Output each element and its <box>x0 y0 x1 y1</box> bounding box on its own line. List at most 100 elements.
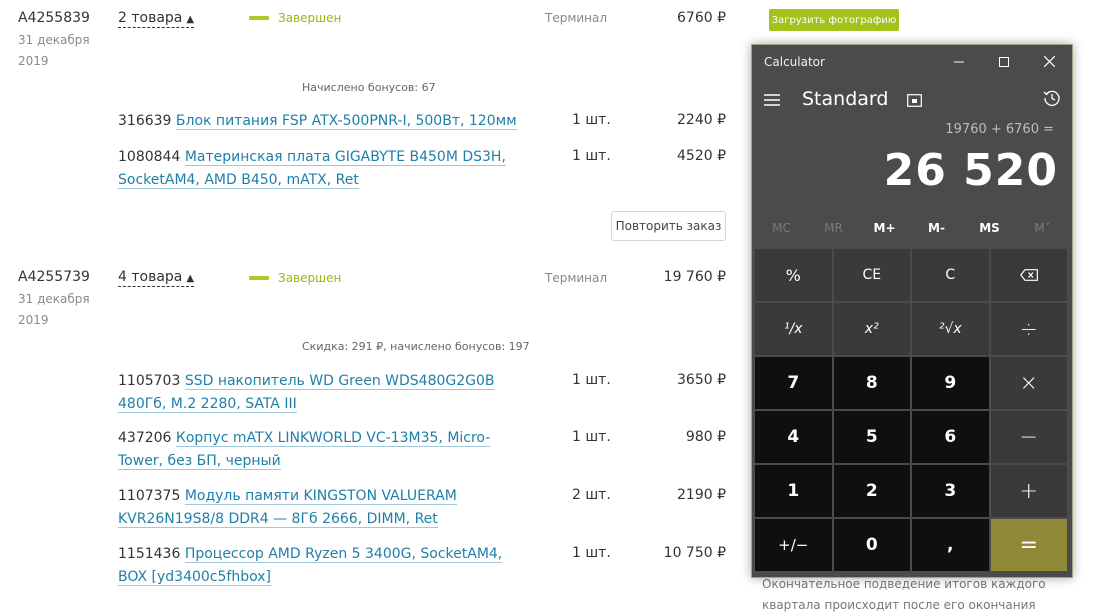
clear-button[interactable]: C <box>912 249 989 301</box>
order-total: 6760 ₽ <box>677 10 726 26</box>
digit-7-button[interactable]: 7 <box>755 357 832 409</box>
window-title: Calculator <box>764 55 825 69</box>
list-item: 1151436 Процессор AMD Ryzen 5 3400G, Soc… <box>118 543 503 588</box>
equals-button[interactable]: = <box>990 519 1067 571</box>
minimize-button[interactable] <box>936 45 982 78</box>
calculator-window: Calculator Standard 19760 + 6760 = 26 52… <box>751 44 1073 578</box>
item-price: 2240 ₽ <box>677 112 726 128</box>
history-icon <box>1043 90 1060 106</box>
order-id: A4255839 <box>18 10 90 26</box>
title-bar[interactable]: Calculator <box>752 45 1072 78</box>
digit-1-button[interactable]: 1 <box>755 465 832 517</box>
status-indicator-icon <box>249 276 269 280</box>
goods-count-toggle[interactable]: 2 товара ▲ <box>118 10 195 28</box>
memory-clear-button[interactable]: MC <box>755 221 808 235</box>
keep-on-top-button[interactable] <box>907 92 922 111</box>
item-link-continued[interactable]: BOX [yd3400c5fhbox] <box>118 568 271 586</box>
order-date: 31 декабря 2019 <box>18 30 98 72</box>
reciprocal-button[interactable]: ¹/x <box>755 303 832 355</box>
item-link-continued[interactable]: Tower, без БП, черный <box>118 452 281 470</box>
hamburger-menu-button[interactable] <box>764 91 780 110</box>
square-root-button[interactable]: ²√x <box>912 303 989 355</box>
square-root-label: ²√x <box>938 321 962 337</box>
item-price: 3650 ₽ <box>677 372 726 388</box>
order-id: A4255739 <box>18 269 90 285</box>
list-item: 1107375 Модуль памяти KINGSTON VALUERAM … <box>118 485 457 530</box>
item-link[interactable]: SSD накопитель WD Green WDS480G2G0B <box>184 373 495 390</box>
item-code: 316639 <box>118 113 172 129</box>
memory-store-button[interactable]: MS <box>963 221 1016 235</box>
decimal-button[interactable]: , <box>912 519 989 571</box>
square-button[interactable]: x² <box>833 303 910 355</box>
repeat-order-button[interactable]: Повторить заказ <box>611 211 726 241</box>
item-quantity: 1 шт. <box>572 429 611 445</box>
item-link[interactable]: Корпус mATX LINKWORLD VC-13M35, Micro- <box>175 430 491 447</box>
close-icon <box>1043 56 1055 67</box>
mode-title: Standard <box>802 88 889 110</box>
negate-button[interactable]: +/− <box>755 519 832 571</box>
caret-up-icon: ▲ <box>186 273 195 284</box>
bonus-note: Начислено бонусов: 67 <box>302 81 436 94</box>
item-link-continued[interactable]: KVR26N19S8/8 DDR4 — 8Гб 2666, DIMM, Ret <box>118 510 438 528</box>
order-total: 19 760 ₽ <box>663 269 726 285</box>
order-date: 31 декабря 2019 <box>18 289 98 331</box>
order-date-year: 2019 <box>18 54 49 68</box>
item-code: 1151436 <box>118 546 181 562</box>
item-quantity: 1 шт. <box>572 545 611 561</box>
reciprocal-label: ¹/x <box>783 321 803 337</box>
digit-3-button[interactable]: 3 <box>912 465 989 517</box>
memory-list-button[interactable]: M˅ <box>1016 221 1069 235</box>
item-code: 1105703 <box>118 373 181 389</box>
memory-subtract-button[interactable]: M- <box>910 221 963 235</box>
discount-note: Скидка: 291 ₽, начислено бонусов: 197 <box>302 340 530 353</box>
maximize-button[interactable] <box>981 45 1027 78</box>
goods-count-toggle[interactable]: 4 товара ▲ <box>118 269 195 287</box>
divide-button[interactable]: ÷ <box>990 303 1067 355</box>
backspace-icon <box>1019 269 1038 281</box>
item-link-continued[interactable]: SocketAM4, AMD B450, mATX, Ret <box>118 171 359 189</box>
item-link-continued[interactable]: 480Гб, M.2 2280, SATA III <box>118 395 297 413</box>
backspace-button[interactable] <box>990 249 1067 301</box>
item-link[interactable]: Процессор AMD Ryzen 5 3400G, SocketAM4, <box>184 546 503 563</box>
digit-9-button[interactable]: 9 <box>912 357 989 409</box>
minus-button[interactable]: − <box>990 411 1067 463</box>
item-quantity: 2 шт. <box>572 487 611 503</box>
digit-6-button[interactable]: 6 <box>912 411 989 463</box>
item-link[interactable]: Блок питания FSP ATX-500PNR-I, 500Вт, 12… <box>175 113 517 130</box>
compact-overlay-icon <box>907 94 922 107</box>
maximize-icon <box>999 56 1009 67</box>
item-price: 980 ₽ <box>685 429 726 445</box>
digit-2-button[interactable]: 2 <box>833 465 910 517</box>
item-link[interactable]: Материнская плата GIGABYTE B450M DS3H, <box>184 149 506 166</box>
list-item: 1105703 SSD накопитель WD Green WDS480G2… <box>118 370 495 415</box>
caret-up-icon: ▲ <box>186 14 195 25</box>
memory-recall-button[interactable]: MR <box>807 221 860 235</box>
percent-button[interactable]: % <box>755 249 832 301</box>
item-price: 4520 ₽ <box>677 148 726 164</box>
memory-add-button[interactable]: M+ <box>858 221 911 235</box>
multiply-button[interactable]: × <box>990 357 1067 409</box>
order-date-day: 31 декабря <box>18 33 90 47</box>
result-display: 26 520 <box>883 145 1058 196</box>
item-link[interactable]: Модуль памяти KINGSTON VALUERAM <box>184 488 457 505</box>
square-label: x² <box>864 321 879 337</box>
list-item: 1080844 Материнская плата GIGABYTE B450M… <box>118 146 506 191</box>
digit-4-button[interactable]: 4 <box>755 411 832 463</box>
plus-button[interactable]: + <box>990 465 1067 517</box>
status-label: Завершен <box>278 11 342 25</box>
minimize-icon <box>954 61 964 62</box>
item-code: 1080844 <box>118 149 181 165</box>
digit-8-button[interactable]: 8 <box>833 357 910 409</box>
upload-photo-button[interactable]: Загрузить фотографию <box>769 9 899 31</box>
expression-display: 19760 + 6760 = <box>945 122 1054 137</box>
item-quantity: 1 шт. <box>572 112 611 128</box>
close-button[interactable] <box>1026 45 1072 78</box>
digit-0-button[interactable]: 0 <box>833 519 910 571</box>
digit-5-button[interactable]: 5 <box>833 411 910 463</box>
order-date-year: 2019 <box>18 313 49 327</box>
history-button[interactable] <box>1043 89 1061 111</box>
clear-entry-button[interactable]: CE <box>833 249 910 301</box>
list-item: 437206 Корпус mATX LINKWORLD VC-13M35, M… <box>118 427 491 472</box>
mode-header: Standard <box>752 78 1072 118</box>
order-date-day: 31 декабря <box>18 292 90 306</box>
